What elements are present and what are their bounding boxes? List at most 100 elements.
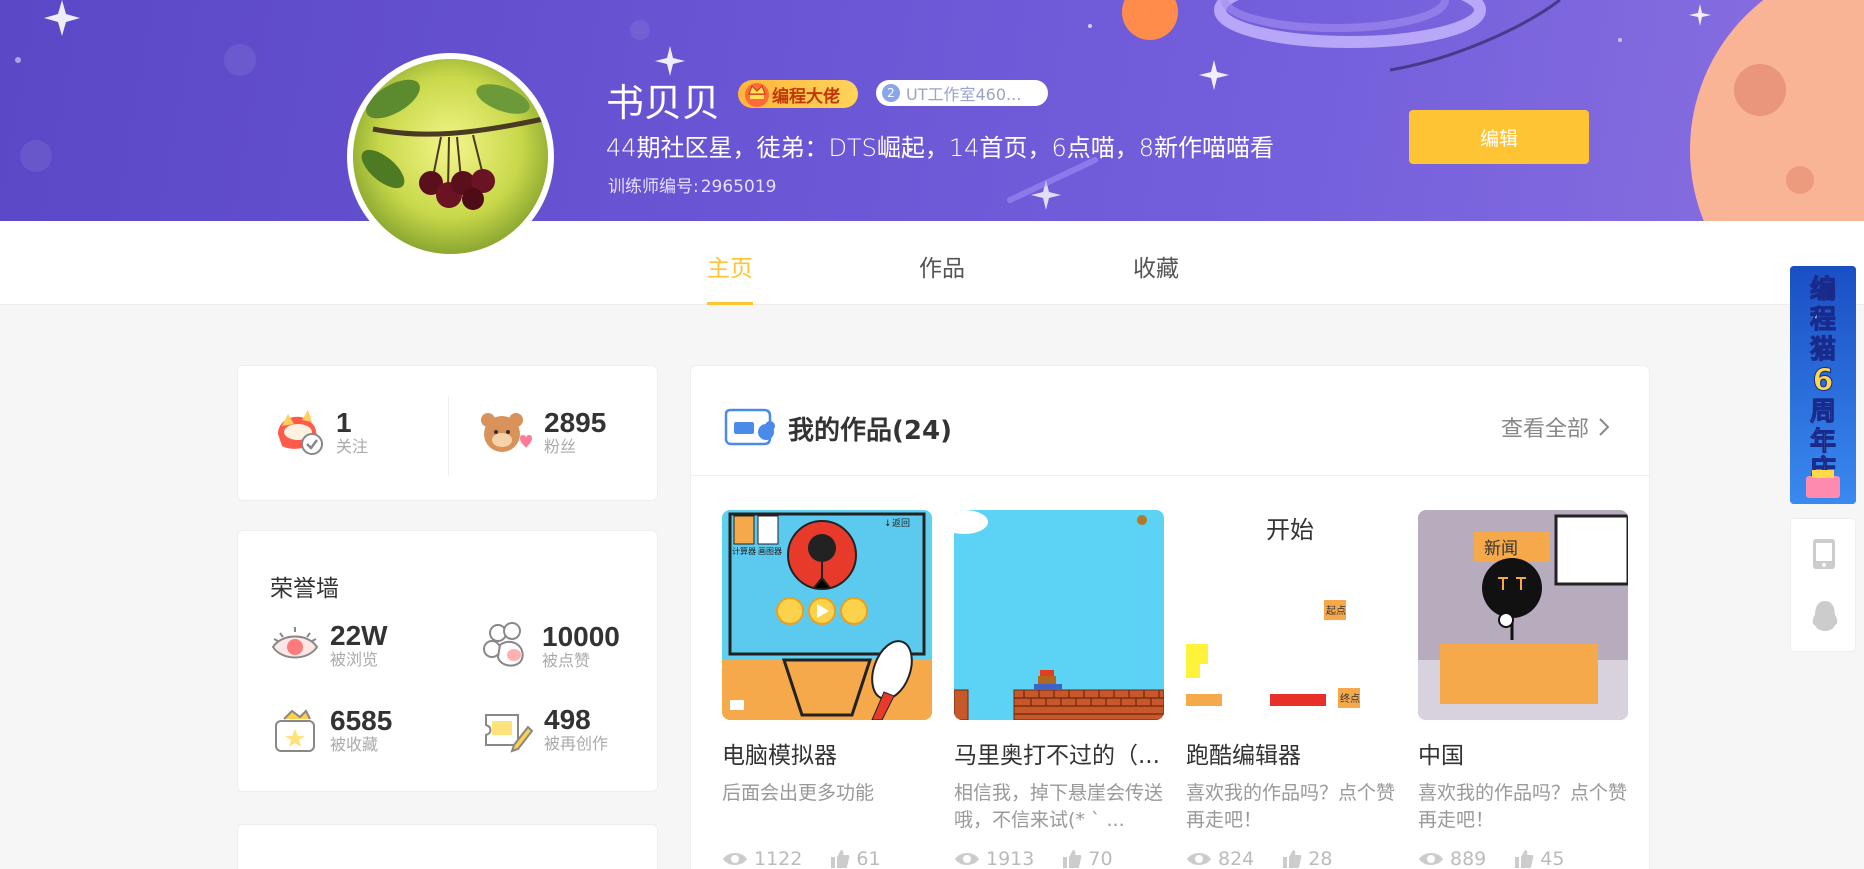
work-views-count: 1122 — [754, 848, 803, 869]
eye-icon — [1419, 853, 1443, 865]
work-views: 1122 — [722, 848, 802, 869]
work-item[interactable]: ↓ 返回 计算器 画图器 电脑模拟器 后面会出更多功能 1122 61 — [722, 510, 932, 869]
likes-count: 10000 — [542, 621, 620, 652]
follow-card: 1 关注 2895 粉丝 — [237, 365, 658, 501]
thumb-back-label: 返回 — [892, 517, 910, 529]
tab-active-indicator — [707, 302, 753, 305]
mobile-icon[interactable] — [1811, 537, 1837, 571]
trainer-id-row: 训练师编号: 2965019 — [606, 172, 776, 197]
work-title[interactable]: 电脑模拟器 — [722, 736, 932, 770]
work-thumbnail[interactable]: 新闻 — [1418, 510, 1628, 720]
work-views: 824 — [1186, 848, 1254, 869]
honor-wall-card: 荣誉墙 22W 被浏览 10000 被点赞 6585 被收藏 498 被再创作 — [237, 530, 658, 792]
work-title[interactable]: 中国 — [1418, 736, 1628, 770]
pro-badge-label: 编程大佬 — [772, 86, 840, 107]
see-all-link[interactable]: 查看全部 — [1501, 411, 1609, 443]
fans-stat[interactable]: 2895 粉丝 — [480, 408, 606, 456]
following-stat[interactable]: 1 关注 — [274, 408, 368, 456]
tab-favorites[interactable]: 收藏 — [1133, 249, 1179, 283]
thumbs-up-icon — [1063, 850, 1082, 868]
work-desc: 后面会出更多功能 — [722, 782, 875, 804]
recreate-icon — [485, 714, 534, 753]
work-likes: 61 — [830, 848, 881, 869]
float-banner-char-1: 编 — [1810, 274, 1836, 305]
recreated-label: 被再创作 — [544, 734, 609, 753]
recreated-count: 498 — [544, 704, 591, 735]
work-views: 1913 — [954, 848, 1034, 869]
work-likes-count: 28 — [1308, 848, 1333, 869]
work-views-count: 889 — [1450, 848, 1487, 869]
work-meta: 1122 61 — [722, 848, 932, 869]
work-views-count: 1913 — [986, 848, 1035, 869]
collect-box-icon — [275, 709, 315, 752]
thumb-paint-label: 画图器 — [758, 547, 782, 556]
views-count: 22W — [330, 620, 388, 651]
likes-stat: 10000 被点赞 — [482, 621, 620, 671]
work-meta: 1913 70 — [954, 848, 1164, 869]
work-thumbnail[interactable]: ↓ 返回 计算器 画图器 — [722, 510, 932, 720]
work-views: 889 — [1418, 848, 1486, 869]
tab-works[interactable]: 作品 — [919, 249, 965, 283]
honor-wall-title: 荣誉墙 — [270, 576, 339, 602]
collected-label: 被收藏 — [330, 735, 379, 754]
float-banner-char-5: 周 — [1810, 397, 1836, 427]
work-thumbnail[interactable]: 开始 起点 终点 — [1186, 510, 1396, 720]
user-bio: 44期社区星，徒弟：DTS崛起，14首页，6点喵，8新作喵喵看 — [606, 134, 1274, 162]
float-banner-char-6: 年 — [1810, 426, 1836, 457]
float-banner-char-3: 猫 — [1810, 335, 1836, 365]
work-views-count: 824 — [1218, 848, 1255, 869]
trainer-label: 训练师编号: — [608, 177, 699, 197]
edit-profile-button[interactable]: 编辑 — [1409, 110, 1589, 164]
work-thumbnail[interactable] — [954, 510, 1164, 720]
thumbs-up-icon — [831, 850, 850, 868]
paw-like-icon — [483, 622, 524, 667]
work-likes: 70 — [1062, 848, 1113, 869]
studio-badge-number: 2 — [882, 84, 900, 102]
work-likes-count: 70 — [1088, 848, 1113, 869]
work-desc: 相信我，掉下悬崖会传送哦，不信来试(* ` ... — [954, 782, 1164, 831]
studio-badge[interactable]: 2 UT工作室460... — [876, 80, 1048, 106]
bottom-card — [237, 824, 658, 869]
work-meta: 889 45 — [1418, 848, 1628, 869]
views-label: 被浏览 — [330, 650, 379, 669]
works-title: 我的作品(24) — [788, 416, 952, 446]
thumb-back-text: ↓ — [884, 519, 892, 529]
likes-label: 被点赞 — [542, 651, 591, 670]
work-likes-count: 45 — [1540, 848, 1565, 869]
tab-favorites-label: 收藏 — [1133, 256, 1179, 282]
crown-icon — [745, 83, 769, 107]
eye-icon — [271, 627, 319, 659]
thumb-calc-label: 计算器 — [732, 546, 756, 556]
stat-divider — [448, 396, 449, 476]
work-likes: 28 — [1282, 848, 1332, 869]
following-label: 关注 — [336, 437, 369, 456]
user-avatar[interactable] — [347, 53, 554, 260]
eye-icon — [723, 853, 747, 865]
work-item[interactable]: 开始 起点 终点 跑酷编辑器 喜欢我的作品吗？点个赞再走吧！ 824 28 — [1186, 510, 1396, 869]
tab-home-label: 主页 — [707, 256, 753, 282]
work-likes: 45 — [1514, 848, 1564, 869]
recreated-stat: 498 被再创作 — [482, 705, 608, 753]
collected-stat: 6585 被收藏 — [270, 705, 392, 755]
qq-icon[interactable] — [1811, 599, 1839, 633]
work-title[interactable]: 马里奥打不过的（... — [954, 736, 1164, 770]
work-title[interactable]: 跑酷编辑器 — [1186, 736, 1396, 770]
work-likes-count: 61 — [856, 848, 881, 869]
thumb-origin-text: 起点 — [1326, 605, 1346, 617]
work-item[interactable]: 马里奥打不过的（... 相信我，掉下悬崖会传送哦，不信来试(* ` ... 19… — [954, 510, 1164, 869]
tab-works-label: 作品 — [919, 256, 965, 282]
collected-count: 6585 — [330, 705, 393, 736]
thumbs-up-icon — [1515, 850, 1534, 868]
works-card: 我的作品(24) 查看全部 ↓ 返回 计算器 画图器 电脑模拟器 后面会出更多功… — [690, 365, 1650, 869]
tab-home[interactable]: 主页 — [707, 249, 753, 305]
thumb-start-text: 开始 — [1266, 516, 1314, 544]
thumb-news-text: 新闻 — [1484, 539, 1518, 559]
eye-icon — [1187, 853, 1211, 865]
pro-badge[interactable]: 编程大佬 — [738, 80, 858, 108]
following-count: 1 — [336, 407, 352, 438]
work-desc: 喜欢我的作品吗？点个赞再走吧！ — [1418, 782, 1628, 831]
work-desc: 喜欢我的作品吗？点个赞再走吧！ — [1186, 782, 1396, 831]
anniversary-float-banner[interactable]: 编 程 猫 6 周 年 庆 — [1790, 266, 1856, 504]
work-item[interactable]: 新闻 中国 喜欢我的作品吗？点个赞再走吧！ 889 45 — [1418, 510, 1628, 869]
work-meta: 824 28 — [1186, 848, 1396, 869]
